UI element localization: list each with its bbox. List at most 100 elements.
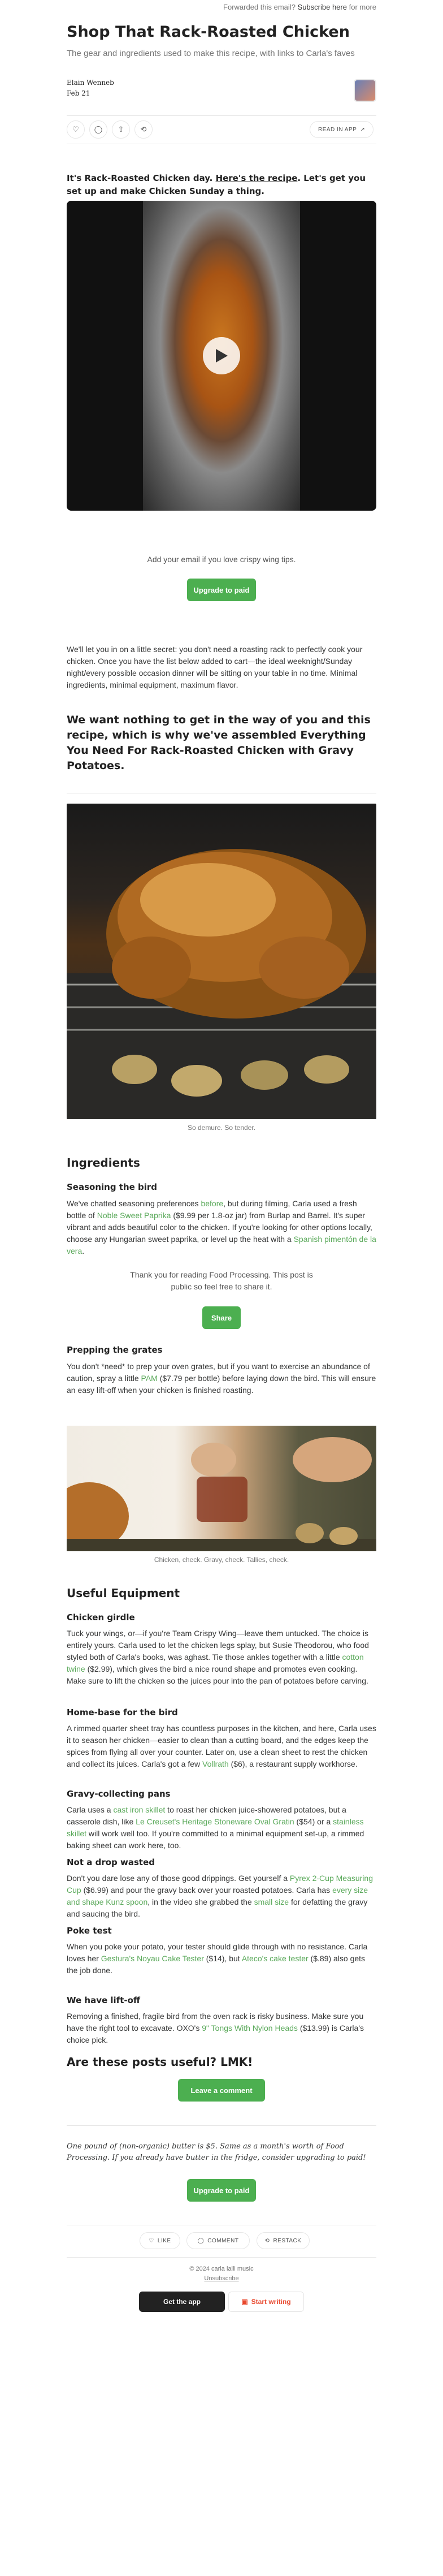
oxo-tongs-link[interactable]: 9" Tongs With Nylon Heads	[202, 2023, 298, 2033]
lift-off-paragraph: Removing a finished, fragile bird from t…	[67, 2010, 376, 2046]
divider	[67, 115, 376, 116]
forwarded-tail: for more	[346, 3, 376, 11]
restack-label: RESTACK	[273, 2237, 302, 2244]
girdle-paragraph: Tuck your wings, or—if you're Team Crisp…	[67, 1628, 376, 1687]
body-text: ($6.99) and pour the gravy back over you…	[81, 1885, 333, 1895]
read-in-app-button[interactable]: READ IN APP ↗	[310, 121, 374, 138]
like-label: LIKE	[157, 2237, 171, 2244]
comment-label: COMMENT	[207, 2237, 239, 2244]
share-button[interactable]: Share	[202, 1306, 241, 1329]
body-text: Don't you dare lose any of those good dr…	[67, 1874, 290, 1883]
gravy-pans-paragraph: Carla uses a cast iron skillet to roast …	[67, 1804, 376, 1852]
intro-paragraph: We'll let you in on a little secret: you…	[67, 645, 363, 689]
divider	[67, 2125, 376, 2126]
get-app-button[interactable]: Get the app	[139, 2292, 225, 2312]
body-text: Tuck your wings, or—if you're Team Crisp…	[67, 1629, 369, 1662]
post-subtitle: The gear and ingredients used to make th…	[67, 49, 355, 58]
share-prompt: Thank you for reading Food Processing. T…	[130, 1270, 313, 1291]
drop-heading: Not a drop wasted	[67, 1857, 155, 1867]
body-text: ($2.99), which gives the bird a nice rou…	[67, 1664, 368, 1685]
comment-icon: ◯	[94, 125, 103, 133]
vollrath-link[interactable]: Vollrath	[202, 1759, 229, 1768]
restack-icon: ⟲	[140, 125, 147, 133]
body-text: ($6), a restaurant supply workhorse.	[228, 1759, 358, 1768]
headline: We want nothing to get in the way of you…	[67, 714, 371, 772]
app-icon: ▣	[241, 2298, 248, 2306]
poke-test-heading: Poke test	[67, 1926, 112, 1936]
home-base-paragraph: A rimmed quarter sheet tray has countles…	[67, 1723, 376, 1770]
body-text: ($14), but	[203, 1954, 242, 1963]
unsubscribe-link[interactable]: Unsubscribe	[67, 2275, 376, 2282]
upgrade-button-bottom[interactable]: Upgrade to paid	[187, 2179, 256, 2202]
seasoning-paragraph: We've chatted seasoning preferences befo…	[67, 1198, 376, 1257]
equipment-heading: Useful Equipment	[67, 1586, 180, 1600]
share-icon: ⇧	[118, 125, 124, 133]
pam-link[interactable]: PAM	[141, 1374, 158, 1383]
ateco-link[interactable]: Ateco's cake tester	[242, 1954, 309, 1963]
before-link[interactable]: before	[201, 1199, 223, 1208]
roast-chicken-illustration	[67, 849, 376, 1119]
divider	[67, 2257, 376, 2258]
like-button[interactable]: ♡ LIKE	[140, 2232, 180, 2249]
post-title[interactable]: Shop That Rack-Roasted Chicken	[67, 23, 376, 42]
upgrade-button[interactable]: Upgrade to paid	[187, 579, 256, 601]
body-text: Carla uses a	[67, 1805, 114, 1814]
copyright: © 2024 carla lalli music	[189, 2266, 254, 2272]
ingredients-heading: Ingredients	[67, 1156, 140, 1170]
leave-comment-button[interactable]: Leave a comment	[178, 2079, 265, 2102]
heart-icon: ♡	[72, 125, 79, 133]
external-link-icon: ↗	[360, 126, 366, 133]
footnote: One pound of (non-organic) butter is $5.…	[67, 2142, 366, 2162]
photo2-caption: Chicken, check. Gravy, check. Tallies, c…	[154, 1556, 289, 1564]
body-text: We've chatted seasoning preferences	[67, 1199, 201, 1208]
signup-prompt: Add your email if you love crispy wing t…	[147, 555, 296, 564]
forwarded-bar: Forwarded this email? Subscribe here for…	[0, 1, 443, 14]
video-player[interactable]	[67, 201, 376, 511]
le-creuset-link[interactable]: Le Creuset's Heritage Stoneware Oval Gra…	[136, 1817, 294, 1826]
start-writing-label: Start writing	[251, 2298, 291, 2306]
like-icon-button[interactable]: ♡	[67, 120, 85, 139]
body-text: will work well too. If you're committed …	[67, 1829, 364, 1850]
body-text: ($54) or a	[294, 1817, 333, 1826]
gravy-pouring-photo	[67, 1426, 376, 1551]
drop-paragraph: Don't you dare lose any of those good dr…	[67, 1872, 376, 1920]
lift-off-heading: We have lift-off	[67, 1995, 141, 2005]
play-icon	[216, 349, 228, 363]
subscribe-link[interactable]: Subscribe here	[298, 3, 347, 11]
seasoning-heading: Seasoning the bird	[67, 1182, 158, 1192]
play-button[interactable]	[203, 337, 240, 374]
gestura-link[interactable]: Gestura's Noyau Cake Tester	[101, 1954, 204, 1963]
roast-chicken-photo	[67, 804, 376, 1119]
cta-heading: Are these posts useful? LMK!	[67, 2055, 253, 2069]
comment-icon-button[interactable]: ◯	[89, 120, 107, 139]
gravy-illustration	[67, 1437, 376, 1551]
restack-button[interactable]: ⟲ RESTACK	[257, 2232, 310, 2249]
photo1-caption: So demure. So tender.	[187, 1124, 256, 1132]
post-date: Feb 21	[67, 89, 90, 97]
grates-heading: Prepping the grates	[67, 1345, 163, 1355]
share-icon-button[interactable]: ⇧	[112, 120, 130, 139]
gravy-pans-heading: Gravy-collecting pans	[67, 1789, 171, 1799]
heart-icon: ♡	[149, 2237, 154, 2244]
start-writing-button[interactable]: ▣ Start writing	[228, 2292, 304, 2312]
body-text: .	[82, 1246, 85, 1255]
comment-icon: ◯	[197, 2237, 205, 2244]
small-size-link[interactable]: small size	[254, 1897, 289, 1906]
cast-iron-link[interactable]: cast iron skillet	[113, 1805, 165, 1814]
read-in-app-label: READ IN APP	[318, 126, 357, 133]
restack-icon: ⟲	[264, 2237, 270, 2244]
avatar[interactable]	[354, 79, 376, 102]
girdle-heading: Chicken girdle	[67, 1612, 135, 1623]
recipe-link[interactable]: Here's the recipe	[216, 173, 298, 183]
home-base-heading: Home-base for the bird	[67, 1707, 178, 1718]
paprika-link[interactable]: Noble Sweet Paprika	[97, 1211, 171, 1220]
comment-button[interactable]: ◯ COMMENT	[186, 2232, 250, 2249]
lead-text: It's Rack-Roasted Chicken day.	[67, 173, 216, 183]
author-name[interactable]: Elain Wenneb	[67, 77, 376, 88]
forwarded-text: Forwarded this email?	[223, 3, 298, 11]
grates-paragraph: You don't *need* to prep your oven grate…	[67, 1361, 376, 1396]
lead-paragraph: It's Rack-Roasted Chicken day. Here's th…	[67, 172, 376, 198]
body-text: , in the video she grabbed the	[147, 1897, 254, 1906]
poke-test-paragraph: When you poke your potato, your tester s…	[67, 1941, 376, 1977]
restack-icon-button[interactable]: ⟲	[134, 120, 153, 139]
